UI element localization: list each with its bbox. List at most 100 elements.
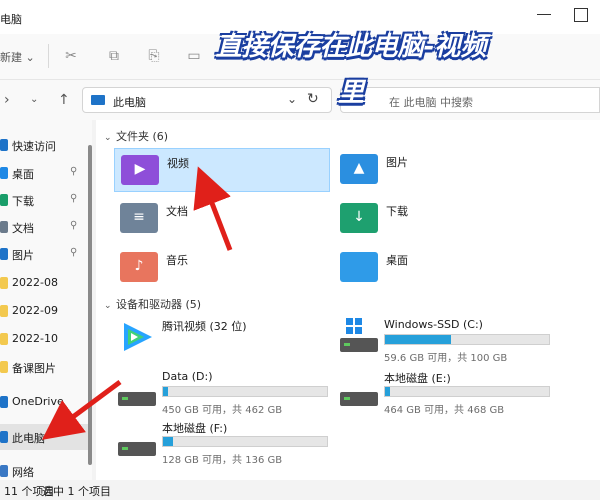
cut-icon[interactable]: ✂	[63, 48, 79, 64]
drive-free-space: 128 GB 可用，共 136 GB	[162, 455, 283, 466]
sidebar-item[interactable]: 文档 ⚲	[0, 214, 88, 240]
annotation-title: 直接保存在此电脑-视频里	[215, 32, 487, 108]
sidebar-item-label: 下载	[12, 195, 34, 208]
chevron-down-icon: ⌄	[104, 301, 112, 311]
documents-icon	[0, 221, 8, 233]
sidebar-item[interactable]: 快速访问	[0, 132, 88, 158]
drive-item[interactable]: 本地磁盘 (E:) 464 GB 可用，共 468 GB	[336, 370, 566, 420]
new-button[interactable]: 新建 ⌄	[0, 49, 35, 65]
sidebar-item-label: 此电脑	[12, 432, 45, 445]
drive-usage-fill	[163, 437, 173, 446]
folder-icon	[0, 305, 8, 317]
folder-item[interactable]: ▶ 视频	[114, 148, 330, 192]
drive-name: Windows-SSD (C:)	[384, 318, 483, 331]
folder-item[interactable]: ♪ 音乐	[114, 246, 330, 290]
video-icon: ▶	[121, 155, 159, 185]
folder-glyph: ▲	[353, 160, 365, 176]
pictures-icon	[0, 248, 8, 260]
sidebar-item-label: 2022-08	[12, 276, 58, 289]
drive-name: 本地磁盘 (F:)	[162, 422, 228, 435]
devices-section-title: 设备和驱动器 (5)	[116, 298, 202, 311]
folder-name: 下载	[386, 205, 408, 218]
drive-free-space: 59.6 GB 可用，共 100 GB	[384, 353, 508, 364]
network-icon	[0, 465, 8, 477]
drive-usage-bar	[162, 436, 328, 447]
drive-free-space: 464 GB 可用，共 468 GB	[384, 405, 505, 416]
folder-icon	[0, 361, 8, 373]
sidebar-item[interactable]: 2022-10	[0, 326, 88, 352]
drive-usage-fill	[163, 387, 168, 396]
recent-chevron-icon[interactable]: ⌄	[30, 94, 38, 105]
drive-name: Data (D:)	[162, 370, 213, 383]
download-icon	[0, 194, 8, 206]
desktop-icon	[0, 167, 8, 179]
pc-icon	[0, 431, 8, 443]
sidebar-item-label: 2022-10	[12, 332, 58, 345]
pin-icon[interactable]: ⚲	[70, 247, 77, 258]
sidebar-item[interactable]: 2022-09	[0, 298, 88, 324]
folder-icon	[0, 277, 8, 289]
status-bar: 11 个项目 选中 1 个项目	[0, 480, 600, 500]
chevron-down-icon: ⌄	[104, 133, 112, 143]
folders-section-title: 文件夹 (6)	[116, 130, 169, 143]
documents-icon: ≡	[120, 203, 158, 233]
drive-item[interactable]: Windows-SSD (C:) 59.6 GB 可用，共 100 GB	[336, 318, 566, 368]
sidebar-item[interactable]: 备课图片	[0, 354, 88, 380]
paste-icon[interactable]: ⎘	[146, 48, 162, 64]
drive-usage-bar	[384, 386, 550, 397]
rename-icon[interactable]: ▭	[186, 48, 202, 64]
pin-icon[interactable]: ⚲	[70, 166, 77, 177]
minimize-button[interactable]	[537, 14, 551, 15]
devices-section-header[interactable]: ⌄ 设备和驱动器 (5)	[104, 296, 201, 312]
folder-item[interactable]: 桌面	[334, 246, 550, 290]
windows-logo-icon	[346, 318, 362, 334]
forward-icon[interactable]: ›	[4, 92, 10, 108]
tencent-video-icon	[118, 320, 156, 351]
sidebar-item[interactable]: 桌面 ⚲	[0, 160, 88, 186]
folder-name: 视频	[167, 157, 189, 170]
pin-icon[interactable]: ⚲	[70, 193, 77, 204]
selected-count: 选中 1 个项目	[42, 485, 111, 498]
drive-item[interactable]: 腾讯视频 (32 位)	[114, 318, 344, 368]
folder-glyph: ≡	[133, 209, 145, 225]
sidebar-item[interactable]: 2022-08	[0, 270, 88, 296]
drive-usage-fill	[385, 335, 452, 344]
folder-name: 桌面	[386, 254, 408, 267]
address-path: 此电脑	[113, 96, 146, 109]
folder-item[interactable]: ▲ 图片	[334, 148, 550, 192]
content-pane: ⌄ 文件夹 (6) ▶ 视频 ▲ 图片 ≡ 文档 ↓ 下载 ♪ 音乐 桌面 ⌄ 设备和驱动器 (5) 腾…	[96, 120, 600, 480]
drive-item[interactable]: Data (D:) 450 GB 可用，共 462 GB	[114, 370, 344, 420]
sidebar-item-label: 快速访问	[12, 140, 56, 153]
sidebar-item[interactable]: 下载 ⚲	[0, 187, 88, 213]
sidebar-item-label: 备课图片	[12, 362, 56, 375]
window-title: 电脑	[0, 13, 22, 26]
drive-icon	[340, 382, 378, 410]
folder-name: 图片	[386, 156, 408, 169]
up-arrow-icon[interactable]: ↑	[58, 92, 70, 108]
pin-icon[interactable]: ⚲	[70, 220, 77, 231]
sidebar-scrollbar[interactable]	[88, 145, 92, 465]
drive-usage-bar	[162, 386, 328, 397]
copy-icon[interactable]: ⧉	[106, 48, 122, 64]
drive-free-space: 450 GB 可用，共 462 GB	[162, 405, 283, 416]
drive-usage-bar	[384, 334, 550, 345]
sidebar-item-label: 桌面	[12, 168, 34, 181]
sidebar-item[interactable]: 此电脑	[0, 424, 88, 450]
folder-item[interactable]: ≡ 文档	[114, 197, 330, 241]
maximize-button[interactable]	[574, 8, 588, 22]
sidebar-item[interactable]: 图片 ⚲	[0, 241, 88, 267]
pc-icon	[91, 95, 105, 105]
navigation-pane: 快速访问 桌面 ⚲ 下载 ⚲ 文档 ⚲ 图片 ⚲ 2022-08 2022-09 2022-10 备课图…	[0, 120, 92, 480]
folder-name: 音乐	[166, 254, 188, 267]
drive-item[interactable]: 本地磁盘 (F:) 128 GB 可用，共 136 GB	[114, 420, 344, 470]
cloud-icon	[0, 396, 8, 408]
folder-item[interactable]: ↓ 下载	[334, 197, 550, 241]
download-icon: ↓	[340, 203, 378, 233]
folder-glyph: ♪	[134, 258, 144, 274]
sidebar-item[interactable]: OneDrive	[0, 389, 88, 415]
folder-name: 文档	[166, 205, 188, 218]
drive-usage-fill	[385, 387, 390, 396]
sidebar-item-label: OneDrive	[12, 395, 64, 408]
folder-glyph: ↓	[353, 209, 365, 225]
folders-section-header[interactable]: ⌄ 文件夹 (6)	[104, 128, 168, 144]
